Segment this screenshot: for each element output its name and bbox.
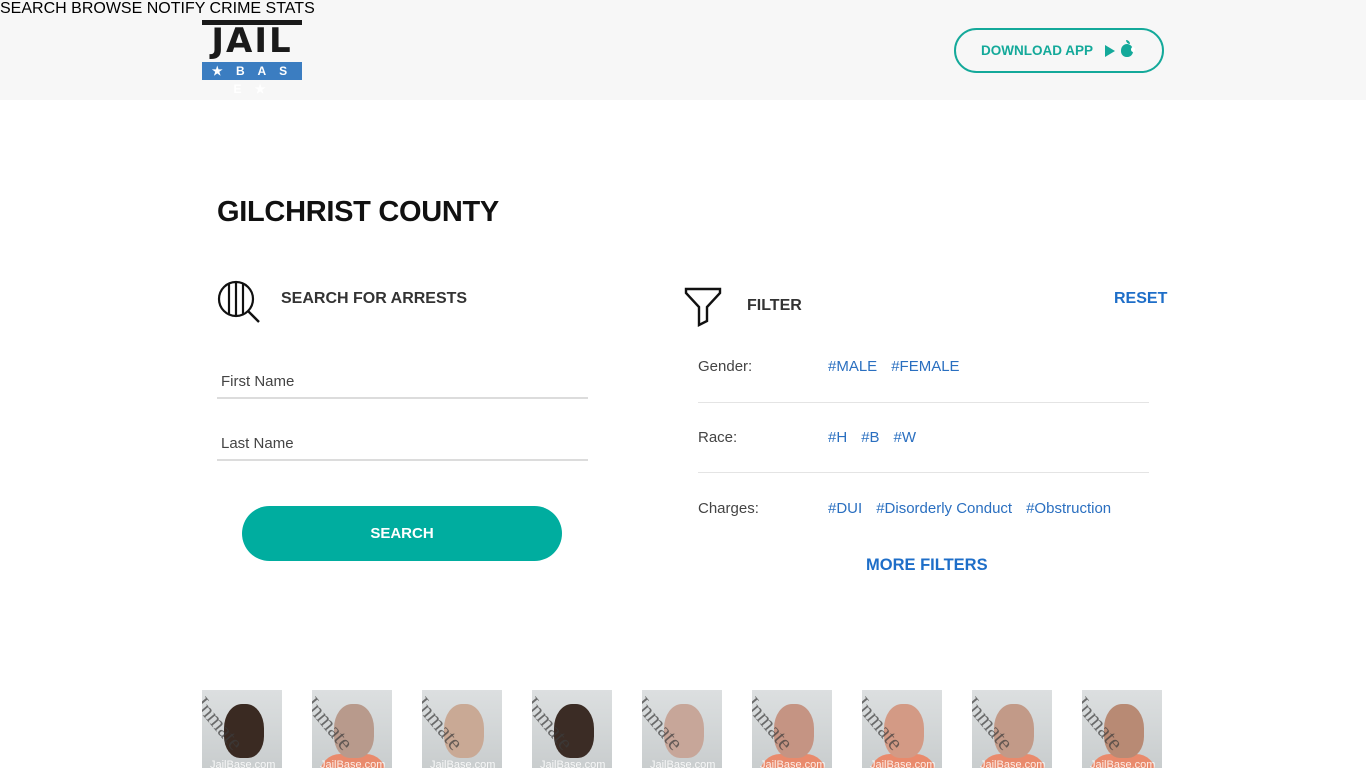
mugshot-thumbnail[interactable]: Inmate JailBase.com: [862, 690, 942, 768]
search-button[interactable]: SEARCH: [242, 506, 562, 561]
search-for-arrests-title: SEARCH FOR ARRESTS: [281, 290, 468, 307]
jailbase-watermark: JailBase.com: [320, 759, 386, 768]
jailbase-watermark: JailBase.com: [210, 759, 276, 768]
filter-label: Gender:: [698, 358, 753, 375]
jailbase-watermark: JailBase.com: [980, 759, 1046, 768]
mugshot-thumbnail[interactable]: Inmate JailBase.com: [972, 690, 1052, 768]
reset-button[interactable]: RESET: [1114, 290, 1167, 308]
jailbase-watermark: JailBase.com: [760, 759, 826, 768]
mugshot-thumbnail[interactable]: Inmate JailBase.com: [202, 690, 282, 768]
apple-icon: [1121, 40, 1135, 57]
filter-tag-female[interactable]: #FEMALE: [891, 358, 959, 375]
jailbase-watermark: JailBase.com: [870, 759, 936, 768]
search-arrests-icon: [217, 280, 261, 324]
filter-tag-obstruction[interactable]: #Obstruction: [1026, 500, 1111, 517]
first-name-field[interactable]: [217, 355, 588, 399]
filter-tag-b[interactable]: #B: [861, 429, 879, 446]
jailbase-watermark: JailBase.com: [430, 759, 496, 768]
filter-label: Race:: [698, 429, 738, 446]
mugshot-thumbnail[interactable]: Inmate JailBase.com: [422, 690, 502, 768]
filter-title: FILTER: [747, 297, 802, 314]
filter-tag-male[interactable]: #MALE: [828, 358, 877, 375]
filter-label: Charges:: [698, 500, 759, 517]
more-filters-button[interactable]: MORE FILTERS: [866, 556, 988, 575]
mugshot-thumbnail[interactable]: Inmate JailBase.com: [1082, 690, 1162, 768]
filter-tag-dui[interactable]: #DUI: [828, 500, 862, 517]
site-header: JAIL ★ B A S E ★ SEARCH BROWSE NOTIFY CR…: [0, 0, 1366, 100]
mugshot-thumbnail[interactable]: Inmate JailBase.com: [312, 690, 392, 768]
mugshot-thumbnail[interactable]: Inmate JailBase.com: [752, 690, 832, 768]
nav-search[interactable]: SEARCH: [0, 0, 67, 17]
nav-crime-stats[interactable]: CRIME STATS: [210, 0, 315, 17]
logo-jail-text: JAIL: [211, 21, 293, 61]
filter-icon: [684, 287, 722, 332]
filter-row-race: Race: #H #B #W: [698, 403, 1149, 473]
jailbase-watermark: JailBase.com: [650, 759, 716, 768]
last-name-field[interactable]: [217, 417, 588, 461]
jailbase-watermark: JailBase.com: [540, 759, 606, 768]
nav-browse[interactable]: BROWSE: [71, 0, 142, 17]
download-app-button[interactable]: DOWNLOAD APP: [954, 28, 1164, 73]
filter-row-gender: Gender: #MALE #FEMALE: [698, 333, 1149, 403]
filter-tag-h[interactable]: #H: [828, 429, 847, 446]
jailbase-watermark: JailBase.com: [1090, 759, 1156, 768]
filter-tag-w[interactable]: #W: [894, 429, 917, 446]
mugshot-thumbnail[interactable]: Inmate JailBase.com: [532, 690, 612, 768]
page-title: GILCHRIST COUNTY: [217, 196, 499, 228]
logo-base-text: ★ B A S E ★: [202, 62, 302, 96]
mugshot-thumbnail[interactable]: Inmate JailBase.com: [642, 690, 722, 768]
last-name-input[interactable]: [217, 417, 588, 459]
download-app-label: DOWNLOAD APP: [981, 43, 1093, 58]
nav-notify[interactable]: NOTIFY: [147, 0, 205, 17]
filter-tag-disorderly-conduct[interactable]: #Disorderly Conduct: [876, 500, 1012, 517]
first-name-input[interactable]: [217, 355, 588, 397]
jailbase-logo[interactable]: JAIL ★ B A S E ★: [202, 20, 302, 96]
google-play-icon: [1105, 44, 1115, 57]
filter-row-charges: Charges: #DUI #Disorderly Conduct #Obstr…: [698, 474, 1149, 544]
